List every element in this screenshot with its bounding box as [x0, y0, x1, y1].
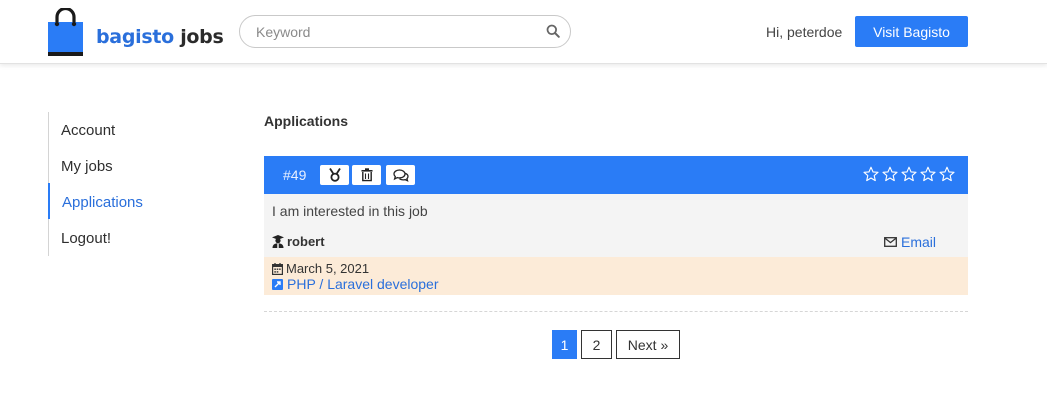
- shortlist-button[interactable]: [320, 165, 349, 185]
- page-2-button[interactable]: 2: [581, 330, 612, 359]
- user-greeting: Hi, peterdoe: [766, 24, 843, 40]
- shopping-bag-icon: [48, 6, 83, 56]
- star-icon[interactable]: [920, 166, 936, 182]
- application-footer: March 5, 2021 PHP / Laravel developer: [264, 257, 968, 295]
- application-body: I am interested in this job robert Email: [264, 194, 968, 257]
- envelope-icon: [884, 237, 897, 247]
- star-icon[interactable]: [863, 166, 879, 182]
- visit-bagisto-button[interactable]: Visit Bagisto: [855, 16, 968, 47]
- application-card: #49 I am interested in this job robert E…: [264, 156, 968, 295]
- application-header: #49: [264, 156, 968, 194]
- applicant: robert: [272, 234, 325, 249]
- star-icon[interactable]: [939, 166, 955, 182]
- sidebar-item-logout[interactable]: Logout!: [61, 230, 111, 247]
- star-icon[interactable]: [901, 166, 917, 182]
- calendar-icon: [272, 262, 283, 275]
- search-input[interactable]: [256, 16, 536, 47]
- application-message: I am interested in this job: [272, 203, 428, 219]
- user-graduate-icon: [272, 235, 284, 248]
- logo-text: bagisto jobs: [96, 26, 224, 48]
- sidebar-item-applications[interactable]: Applications: [62, 194, 143, 211]
- site-header: bagisto jobs Hi, peterdoe Visit Bagisto: [0, 0, 1047, 64]
- sidebar-item-my-jobs[interactable]: My jobs: [61, 158, 113, 175]
- pagination: 1 2 Next »: [552, 330, 680, 359]
- application-date: March 5, 2021: [272, 261, 369, 276]
- account-sidebar: Account My jobs Applications Logout!: [48, 112, 198, 256]
- medal-icon: [328, 168, 341, 182]
- job-title: PHP / Laravel developer: [287, 276, 439, 292]
- sidebar-item-account[interactable]: Account: [61, 122, 115, 139]
- delete-button[interactable]: [352, 165, 381, 185]
- job-link[interactable]: PHP / Laravel developer: [272, 276, 439, 292]
- next-page-button[interactable]: Next »: [616, 330, 680, 359]
- divider: [264, 311, 968, 312]
- search-box: [239, 15, 571, 48]
- email-link-label: Email: [900, 234, 936, 250]
- search-icon[interactable]: [546, 24, 560, 38]
- trash-icon: [361, 168, 372, 182]
- external-link-icon: [272, 278, 283, 290]
- rating-stars: [863, 166, 955, 182]
- applicant-name: robert: [287, 234, 325, 249]
- comments-icon: [392, 168, 409, 182]
- email-link[interactable]: Email: [884, 234, 936, 250]
- page-1-button[interactable]: 1: [552, 330, 577, 359]
- comments-button[interactable]: [386, 165, 415, 185]
- logo-suffix: jobs: [180, 26, 224, 48]
- active-indicator: [48, 183, 50, 219]
- logo-brand: bagisto: [96, 26, 174, 48]
- application-date-text: March 5, 2021: [286, 261, 370, 276]
- logo[interactable]: bagisto jobs: [48, 6, 224, 56]
- star-icon[interactable]: [882, 166, 898, 182]
- application-id: #49: [283, 167, 307, 183]
- page-title: Applications: [264, 113, 349, 129]
